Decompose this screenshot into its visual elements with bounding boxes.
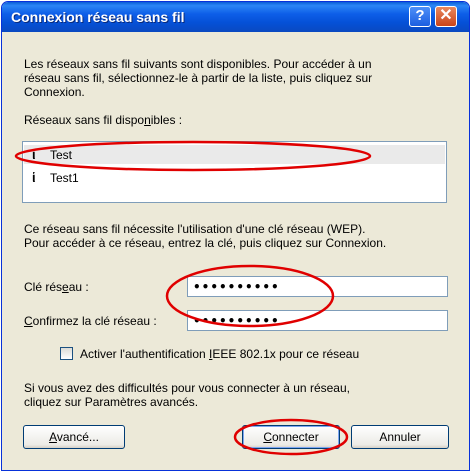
confirm-key-label: Confirmez la clé réseau :: [24, 314, 157, 328]
wep-info-line1: Ce réseau sans fil nécessite l'utilisati…: [24, 222, 366, 236]
cancel-button[interactable]: Annuler: [351, 425, 449, 449]
help-button[interactable]: ?: [409, 6, 431, 27]
wep-info-line2: Pour accéder à ce réseau, entrez la clé,…: [24, 236, 387, 250]
help-text-line2: cliquez sur Paramètres avancés.: [24, 395, 199, 409]
confirm-key-input[interactable]: [187, 310, 448, 331]
networks-label: Réseaux sans fil disponibles :: [24, 113, 183, 127]
intro-text-line2: réseau sans fil, sélectionnez-le à parti…: [24, 71, 373, 85]
network-key-input[interactable]: [187, 276, 448, 297]
ieee-8021x-label: Activer l'authentification IEEE 802.1x p…: [80, 347, 360, 361]
close-icon: ✕: [439, 7, 453, 24]
advanced-button[interactable]: Avancé...: [23, 425, 125, 449]
help-text-line1: Si vous avez des difficultés pour vous c…: [24, 381, 350, 395]
network-key-label: Clé réseau :: [24, 280, 89, 294]
antenna-icon: ἱ: [32, 170, 36, 185]
help-icon: ?: [415, 7, 425, 24]
network-list[interactable]: ἱ Test ἱ Test1: [22, 141, 447, 203]
antenna-icon: ἱ: [32, 147, 36, 162]
ieee-8021x-checkbox[interactable]: [60, 347, 73, 360]
title-bar[interactable]: Connexion réseau sans fil ? ✕: [2, 2, 469, 32]
connect-button[interactable]: Connecter: [242, 425, 340, 449]
close-button[interactable]: ✕: [435, 6, 457, 27]
intro-text-line1: Les réseaux sans fil suivants sont dispo…: [24, 57, 372, 71]
network-item-test[interactable]: ἱ Test: [24, 145, 445, 164]
network-name: Test1: [50, 171, 79, 185]
window-title: Connexion réseau sans fil: [11, 9, 185, 25]
network-name: Test: [50, 148, 73, 162]
network-item-test1[interactable]: ἱ Test1: [24, 168, 445, 187]
intro-text-line3: Connexion.: [24, 85, 85, 99]
